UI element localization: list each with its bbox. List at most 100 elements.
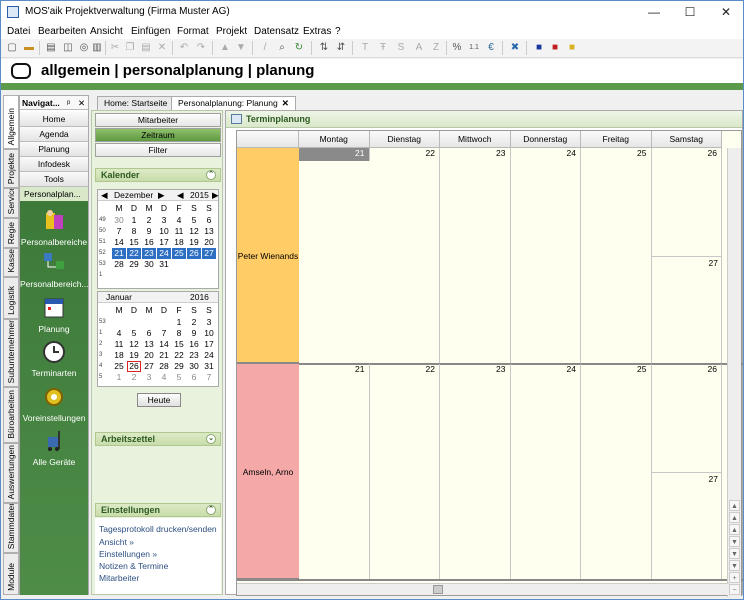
vtab-kasse[interactable]: Kasse <box>3 248 19 277</box>
maximize-button[interactable]: ☐ <box>673 1 707 23</box>
scroll-thumb[interactable] <box>433 585 443 594</box>
calendar-day-today[interactable]: 26 <box>127 361 141 372</box>
calendar-day[interactable]: 19 <box>127 350 141 361</box>
calendar-day[interactable]: 23 <box>187 350 201 361</box>
sort-descending-icon[interactable]: ⇵ <box>335 42 347 54</box>
calendar-day[interactable]: 2 <box>142 215 156 226</box>
refresh-icon[interactable]: ↻ <box>293 42 305 54</box>
close-tab-icon[interactable]: ✕ <box>282 98 289 108</box>
zoom-out-icon[interactable]: − <box>729 584 740 595</box>
undo-icon[interactable]: ↶ <box>178 42 190 54</box>
day-cell[interactable]: 25 <box>581 364 652 580</box>
calendar-day[interactable]: 17 <box>202 339 216 350</box>
calendar-day[interactable]: 30 <box>112 215 126 226</box>
day-cell[interactable]: 22 <box>370 148 440 364</box>
user-blue-icon[interactable]: ■ <box>533 42 545 54</box>
today-button[interactable]: Heute <box>137 393 181 407</box>
vtab-module[interactable]: Module <box>3 553 19 595</box>
calendar-day[interactable]: 13 <box>202 226 216 237</box>
calendar-day[interactable]: 4 <box>112 328 126 339</box>
prev-month-icon[interactable]: ◀ <box>101 190 108 201</box>
vtab-stammdaten[interactable]: Stammdaten <box>3 503 19 553</box>
link-notizen-termine[interactable]: Notizen & Termine <box>99 561 168 571</box>
calendar-day[interactable]: 10 <box>202 328 216 339</box>
print-preview-icon[interactable]: ◫ <box>62 42 74 54</box>
copy-icon[interactable]: ❐ <box>124 42 136 54</box>
day-cell-sunday[interactable]: 27 <box>652 258 723 268</box>
next-year-icon[interactable]: ▶ <box>212 190 219 201</box>
calendar-day[interactable]: 21 <box>112 248 126 259</box>
nav-item-personalbereich-edit[interactable]: Personalbereich... <box>20 251 89 289</box>
day-cell[interactable]: 24 <box>511 148 581 364</box>
calendar-day[interactable]: 7 <box>112 226 126 237</box>
calendar-day[interactable]: 21 <box>157 350 171 361</box>
calendar-day[interactable]: 5 <box>172 372 186 383</box>
calendar-day[interactable]: 4 <box>172 215 186 226</box>
calendar-day[interactable]: 6 <box>202 215 216 226</box>
menu-help[interactable]: ? <box>335 26 341 37</box>
calendar-day[interactable]: 31 <box>202 361 216 372</box>
nav-personalplanung-button[interactable]: Personalplan... <box>20 187 88 202</box>
nav-planung-button[interactable]: Planung <box>20 142 88 157</box>
calendar-day[interactable]: 25 <box>172 248 186 259</box>
calendar-day[interactable]: 29 <box>172 361 186 372</box>
calendar-day[interactable]: 30 <box>142 259 156 270</box>
prev-year-icon[interactable]: ◀ <box>177 190 184 201</box>
calendar-day[interactable]: 12 <box>187 226 201 237</box>
arrow-up-icon[interactable]: ▲ <box>219 42 231 54</box>
calendar-day[interactable]: 27 <box>142 361 156 372</box>
open-folder-icon[interactable]: ▬ <box>23 42 35 54</box>
person-row-label[interactable]: Amseln, Arno <box>237 364 299 580</box>
calendar-day[interactable]: 14 <box>112 237 126 248</box>
day-cell-sunday[interactable]: 27 <box>652 474 723 484</box>
calendar-day[interactable]: 1 <box>112 372 126 383</box>
calendar-day[interactable]: 28 <box>112 259 126 270</box>
day-cell[interactable]: 23 <box>440 364 511 580</box>
print-icon[interactable]: ▤ <box>45 42 57 54</box>
preview-icon[interactable]: ◎ <box>78 42 90 54</box>
scroll-step-icon[interactable]: ▼ <box>729 548 740 559</box>
nav-agenda-button[interactable]: Agenda <box>20 127 88 142</box>
tab-personalplanung-planung[interactable]: Personalplanung: Planung ✕ <box>171 96 296 110</box>
pin-icon[interactable]: ᵖ <box>67 98 70 108</box>
calendar-day[interactable]: 19 <box>187 237 201 248</box>
numbering-icon[interactable]: 1.1 <box>468 42 480 54</box>
format-t-icon[interactable]: T <box>359 42 371 54</box>
day-cell[interactable]: 21 <box>299 364 370 580</box>
calendar-day[interactable]: 18 <box>172 237 186 248</box>
vtab-subunternehmer[interactable]: Subunternehmer <box>3 319 19 387</box>
menu-datensatz[interactable]: Datensatz <box>254 26 299 37</box>
menu-format[interactable]: Format <box>177 26 209 37</box>
vertical-scrollbar[interactable]: ▲ ▲ ▲ ▼ ▼ ▼ + − <box>727 148 741 597</box>
nav-item-voreinstellungen[interactable]: Voreinstellungen <box>20 385 88 423</box>
calendar-day[interactable]: 3 <box>202 317 216 328</box>
minimize-button[interactable]: — <box>637 1 671 23</box>
calendar-day[interactable]: 25 <box>112 361 126 372</box>
collapse-chevron-icon[interactable]: ⌃ <box>206 170 216 180</box>
calendar-day[interactable]: 5 <box>187 215 201 226</box>
expand-chevron-icon[interactable]: ⌄ <box>206 434 216 444</box>
menu-extras[interactable]: Extras <box>303 26 331 37</box>
calendar-day[interactable]: 20 <box>142 350 156 361</box>
calendar-day[interactable]: 30 <box>187 361 201 372</box>
calendar-day[interactable]: 17 <box>157 237 171 248</box>
calendar-day[interactable]: 8 <box>172 328 186 339</box>
calendar-day[interactable]: 31 <box>157 259 171 270</box>
format-s-icon[interactable]: S <box>395 42 407 54</box>
calendar-day[interactable]: 9 <box>187 328 201 339</box>
calendar-day[interactable]: 24 <box>157 248 171 259</box>
calendar-day[interactable]: 13 <box>142 339 156 350</box>
nav-home-button[interactable]: Home <box>20 112 88 127</box>
link-tagesprotokoll[interactable]: Tagesprotokoll drucken/senden <box>99 524 217 534</box>
calendar-day[interactable]: 9 <box>142 226 156 237</box>
nav-tools-button[interactable]: Tools <box>20 172 88 187</box>
menu-bearbeiten[interactable]: Bearbeiten <box>38 26 86 37</box>
calendar-day[interactable]: 3 <box>157 215 171 226</box>
new-document-icon[interactable]: ▢ <box>6 42 18 54</box>
calendar-day[interactable]: 11 <box>112 339 126 350</box>
nav-item-alle-geraete[interactable]: Alle Geräte <box>20 429 88 467</box>
menu-projekt[interactable]: Projekt <box>216 26 247 37</box>
tools-icon[interactable]: ✖ <box>509 42 521 54</box>
percent-icon[interactable]: % <box>451 42 463 54</box>
calendar-day[interactable]: 14 <box>157 339 171 350</box>
